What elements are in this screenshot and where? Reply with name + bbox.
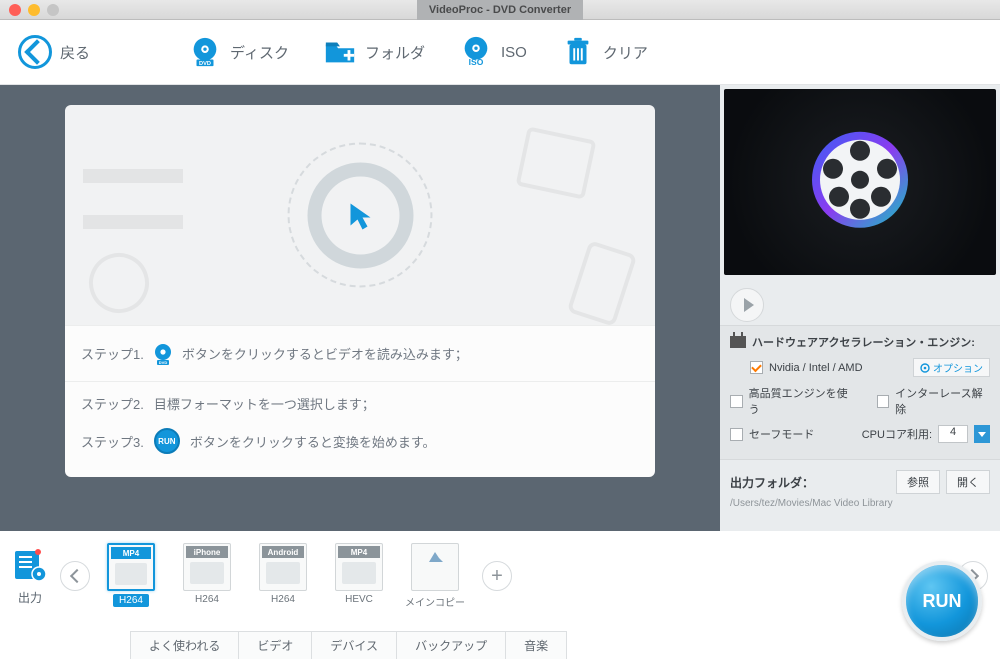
- safe-cpu-row: セーフモード CPUコア利用: 4: [730, 425, 990, 443]
- gpu-label: Nvidia / Intel / AMD: [769, 362, 863, 374]
- folder-label: フォルダ: [365, 42, 425, 63]
- folder-button[interactable]: フォルダ: [323, 35, 425, 69]
- open-folder-button[interactable]: 開く: [946, 470, 990, 494]
- output-settings-button[interactable]: 出力: [12, 547, 48, 606]
- traffic-lights: [9, 4, 59, 16]
- cpu-cores-value[interactable]: 4: [938, 425, 968, 443]
- gear-icon: [920, 363, 930, 373]
- iso-label: ISO: [501, 44, 527, 61]
- clear-label: クリア: [603, 42, 648, 63]
- tab-3[interactable]: バックアップ: [397, 631, 506, 659]
- preview-area: [724, 89, 996, 275]
- cpu-cores-label: CPUコア利用:: [862, 426, 932, 442]
- svg-text:DVD: DVD: [159, 360, 168, 365]
- format-option-3[interactable]: MP4HEVC: [328, 543, 390, 609]
- format-option-2[interactable]: AndroidH264: [252, 543, 314, 609]
- toolbar: 戻る DVD ディスク フォルダ ISO ISO クリア: [0, 20, 1000, 85]
- close-window-button[interactable]: [9, 4, 21, 16]
- main-stage: ステップ1. DVD ボタンをクリックするとビデオを読み込みます； ステップ2.…: [0, 85, 720, 531]
- upload-circle: [288, 143, 433, 288]
- iso-button[interactable]: ISO ISO: [459, 35, 527, 69]
- step2-text: 目標フォーマットを一つ選択します；: [154, 394, 375, 413]
- gpu-checkbox[interactable]: [750, 361, 763, 374]
- app-logo-icon: [805, 125, 915, 235]
- output-folder-row: 出力フォルダ： 参照 開く: [720, 459, 1000, 498]
- output-settings-label: 出力: [18, 589, 42, 606]
- step-3-row: ステップ3. RUN ボタンをクリックすると変換を始めます。: [81, 428, 639, 454]
- back-button[interactable]: 戻る: [18, 35, 90, 69]
- clear-button[interactable]: クリア: [561, 35, 648, 69]
- deinterlace-checkbox[interactable]: [877, 395, 890, 408]
- back-label: 戻る: [60, 42, 90, 63]
- hq-engine-checkbox[interactable]: [730, 395, 743, 408]
- chip-icon: [730, 336, 746, 348]
- disc-label: ディスク: [230, 42, 289, 63]
- step3-prefix: ステップ3.: [81, 432, 144, 451]
- step-1-row: ステップ1. DVD ボタンをクリックするとビデオを読み込みます；: [65, 325, 655, 381]
- disc-icon: DVD: [188, 35, 222, 69]
- tab-2[interactable]: デバイス: [312, 631, 397, 659]
- disc-button[interactable]: DVD ディスク: [188, 35, 289, 69]
- output-settings-icon: [12, 547, 48, 583]
- run-button[interactable]: RUN: [902, 561, 982, 641]
- accel-title-text: ハードウェアアクセラレーション・エンジン:: [752, 334, 975, 350]
- step1-text: ボタンをクリックするとビデオを読み込みます；: [182, 344, 468, 363]
- play-button[interactable]: [730, 288, 764, 322]
- safemode-checkbox[interactable]: [730, 428, 743, 441]
- phone-deco-icon: [567, 240, 638, 325]
- carousel-prev-button[interactable]: [60, 561, 90, 591]
- tab-0[interactable]: よく使われる: [130, 631, 239, 659]
- accel-option-label: オプション: [933, 360, 983, 375]
- step-2-row: ステップ2. 目標フォーマットを一つ選択します；: [81, 394, 639, 413]
- upload-ring: [307, 162, 413, 268]
- step-2-3-block: ステップ2. 目標フォーマットを一つ選択します； ステップ3. RUN ボタンを…: [65, 381, 655, 477]
- mini-disc-icon: DVD: [152, 343, 174, 365]
- trash-icon: [561, 35, 595, 69]
- accel-option-button[interactable]: オプション: [913, 358, 990, 377]
- drop-zone[interactable]: [65, 105, 655, 325]
- svg-text:ISO: ISO: [469, 57, 484, 67]
- deinterlace-label: インターレース解除: [895, 385, 990, 417]
- accel-panel: ハードウェアアクセラレーション・エンジン: Nvidia / Intel / A…: [720, 325, 1000, 459]
- workspace: ステップ1. DVD ボタンをクリックするとビデオを読み込みます； ステップ2.…: [0, 85, 1000, 531]
- tab-1[interactable]: ビデオ: [239, 631, 312, 659]
- tab-4[interactable]: 音楽: [506, 631, 567, 659]
- safemode-label: セーフモード: [749, 426, 814, 442]
- engine-row: 高品質エンジンを使う インターレース解除: [730, 385, 990, 417]
- svg-text:DVD: DVD: [199, 61, 211, 67]
- folder-plus-icon: [323, 35, 357, 69]
- footer: 出力 MP4H264iPhoneH264AndroidH264MP4HEVCメイ…: [0, 531, 1000, 659]
- format-option-4[interactable]: メインコピー: [404, 543, 466, 609]
- hq-engine-label: 高品質エンジンを使う: [749, 385, 855, 417]
- format-option-1[interactable]: iPhoneH264: [176, 543, 238, 609]
- step2-prefix: ステップ2.: [81, 394, 144, 413]
- avi-deco-icon: [516, 126, 597, 199]
- output-folder-label: 出力フォルダ：: [730, 474, 814, 491]
- run-badge-icon: RUN: [154, 428, 180, 454]
- format-tabs: よく使われるビデオデバイスバックアップ音楽: [130, 631, 567, 659]
- gpu-row: Nvidia / Intel / AMD オプション: [730, 358, 990, 377]
- titlebar: VideoProc - DVD Converter: [0, 0, 1000, 20]
- cpu-cores-dropdown[interactable]: [974, 425, 990, 443]
- music-deco-icon: [81, 245, 157, 321]
- cursor-arrow-icon: [340, 195, 380, 235]
- format-option-0[interactable]: MP4H264: [100, 543, 162, 609]
- output-folder-path: /Users/tez/Movies/Mac Video Library: [720, 498, 1000, 517]
- format-bar: 出力 MP4H264iPhoneH264AndroidH264MP4HEVCメイ…: [0, 531, 1000, 609]
- format-carousel: MP4H264iPhoneH264AndroidH264MP4HEVCメインコピ…: [60, 543, 988, 609]
- maximize-window-button[interactable]: [47, 4, 59, 16]
- step1-prefix: ステップ1.: [81, 344, 144, 363]
- window-title: VideoProc - DVD Converter: [417, 0, 583, 20]
- iso-icon: ISO: [459, 35, 493, 69]
- back-arrow-icon: [18, 35, 52, 69]
- side-panel: ハードウェアアクセラレーション・エンジン: Nvidia / Intel / A…: [720, 85, 1000, 531]
- step3-text: ボタンをクリックすると変換を始めます。: [190, 432, 436, 451]
- minimize-window-button[interactable]: [28, 4, 40, 16]
- add-format-button[interactable]: +: [482, 561, 512, 591]
- browse-button[interactable]: 参照: [896, 470, 940, 494]
- accel-title: ハードウェアアクセラレーション・エンジン:: [730, 334, 990, 350]
- film-strip-deco-icon: [83, 169, 183, 229]
